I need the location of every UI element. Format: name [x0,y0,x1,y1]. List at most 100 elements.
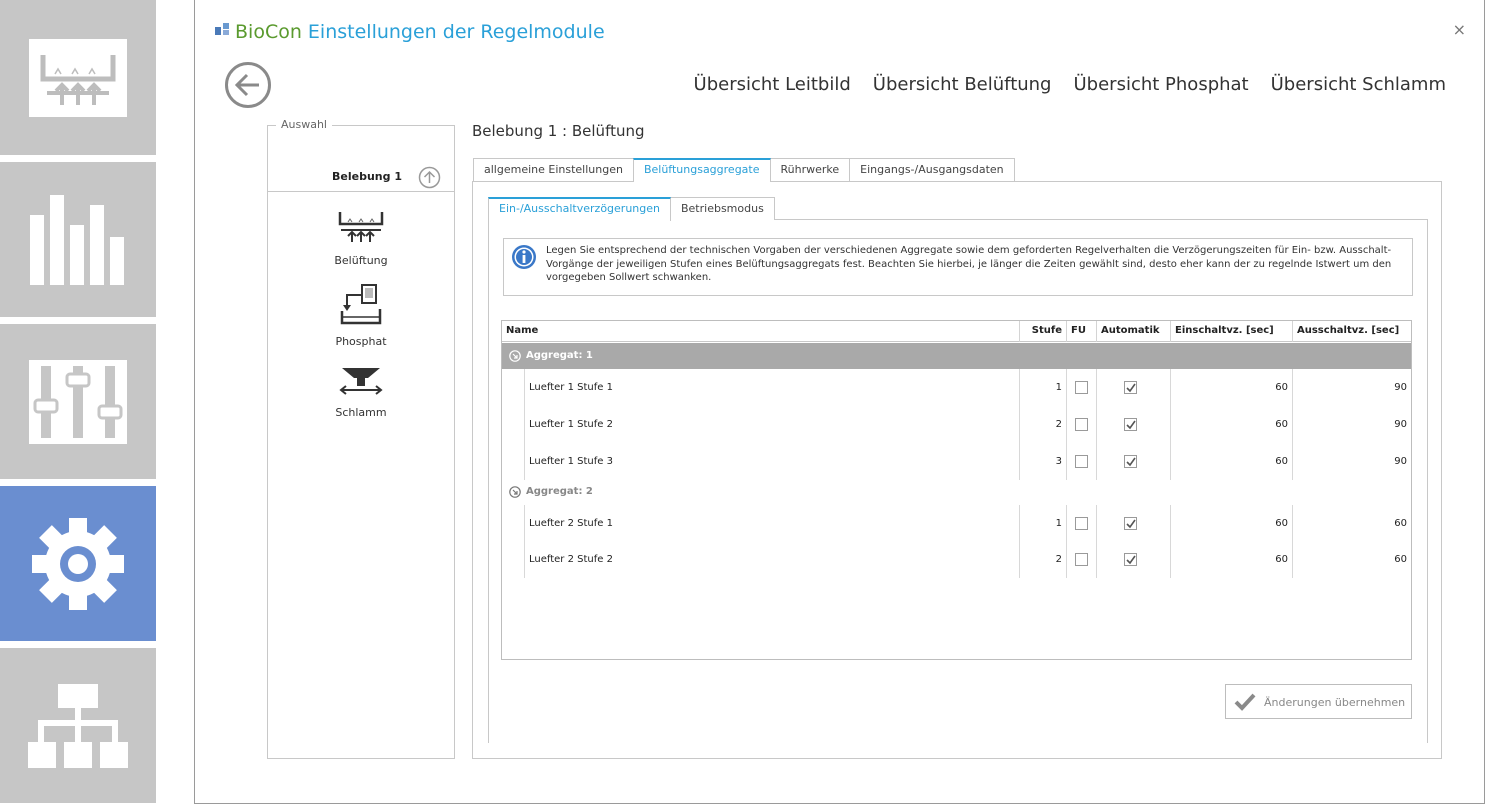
checkmark-icon [1126,519,1136,529]
selection-divider [268,191,454,192]
cell-ausschaltvz[interactable]: 60 [1293,541,1411,578]
cell-ausschaltvz[interactable]: 90 [1293,406,1411,443]
automatik-checkbox[interactable] [1124,553,1137,566]
cell-ausschaltvz[interactable]: 90 [1293,443,1411,480]
side-navigation [0,0,156,804]
cell-fu [1067,505,1097,542]
cell-name: Luefter 1 Stufe 1 [524,369,1020,406]
cell-einschaltvz[interactable]: 60 [1171,505,1293,542]
cell-fu [1067,443,1097,480]
selection-item-belueftung[interactable]: Belüftung [268,210,454,267]
selection-panel: Auswahl Belebung 1 Belüftung Phosphat Sc… [267,118,455,759]
cell-einschaltvz[interactable]: 60 [1171,541,1293,578]
cell-name: Luefter 2 Stufe 2 [524,541,1020,578]
info-text: Legen Sie entsprechend der technischen V… [546,245,1392,283]
tab-allgemeine-einstellungen[interactable]: allgemeine Einstellungen [473,158,634,181]
fu-checkbox[interactable] [1075,418,1088,431]
rail-item-settings[interactable] [0,486,156,641]
group-label: Aggregat: 1 [526,350,593,361]
close-button[interactable]: × [1453,20,1466,39]
tab-betriebsmodus[interactable]: Betriebsmodus [669,197,775,220]
checkmark-icon [1126,457,1136,467]
tab-ruehrwerke[interactable]: Rührwerke [769,158,851,181]
fu-checkbox[interactable] [1075,381,1088,394]
tab-eingangs-ausgangsdaten[interactable]: Eingangs-/Ausgangsdaten [849,158,1015,181]
cell-ausschaltvz[interactable]: 60 [1293,505,1411,542]
main-tabs: allgemeine Einstellungen Belüftungsaggre… [473,158,1015,182]
cell-einschaltvz[interactable]: 60 [1171,406,1293,443]
tab-belueftungsaggregate[interactable]: Belüftungsaggregate [632,158,771,182]
table-row[interactable]: Luefter 2 Stufe 1 1 60 60 [502,505,1411,542]
selection-item-label: Phosphat [335,335,387,348]
top-navigation: Übersicht Leitbild Übersicht Belüftung Ü… [694,74,1446,95]
fu-checkbox[interactable] [1075,553,1088,566]
nav-overview-leitbild[interactable]: Übersicht Leitbild [694,74,851,95]
column-header-name[interactable]: Name [502,321,1020,342]
cell-name: Luefter 2 Stufe 1 [524,505,1020,542]
back-arrow-icon[interactable] [224,61,272,109]
cell-name: Luefter 1 Stufe 2 [524,406,1020,443]
info-icon [512,245,536,269]
fu-checkbox[interactable] [1075,517,1088,530]
checkmark-icon [1126,383,1136,393]
collapse-icon[interactable] [509,350,521,362]
automatik-checkbox[interactable] [1124,381,1137,394]
title-text: Einstellungen der Regelmodule [307,21,605,43]
group-row-aggregat-1[interactable]: Aggregat: 1 [502,343,1411,369]
cell-ausschaltvz[interactable]: 90 [1293,369,1411,406]
window-title: BioCon Einstellungen der Regelmodule [215,21,605,43]
cell-automatik [1097,505,1171,542]
nav-overview-schlamm[interactable]: Übersicht Schlamm [1271,74,1446,95]
checkmark-icon [1126,555,1136,565]
cell-stufe: 3 [1020,443,1067,480]
rail-item-controls[interactable] [0,324,156,479]
column-header-einschaltvz[interactable]: Einschaltvz. [sec] [1171,321,1293,342]
group-row-aggregat-2[interactable]: Aggregat: 2 [502,479,1411,505]
cell-stufe: 1 [1020,505,1067,542]
nav-overview-belueftung[interactable]: Übersicht Belüftung [873,74,1052,95]
collapse-icon[interactable] [509,486,521,498]
cell-einschaltvz[interactable]: 60 [1171,369,1293,406]
rail-item-statistics[interactable] [0,162,156,317]
table-row[interactable]: Luefter 1 Stufe 2 2 60 90 [502,406,1411,443]
aeration-basin-icon [29,38,127,117]
table-row[interactable]: Luefter 2 Stufe 2 2 60 60 [502,541,1411,578]
column-header-ausschaltvz[interactable]: Ausschaltvz. [sec] [1293,321,1411,342]
automatik-checkbox[interactable] [1124,517,1137,530]
sliders-icon [29,359,127,444]
selection-item-label: Belüftung [334,254,388,267]
cell-stufe: 2 [1020,541,1067,578]
selection-item-phosphat[interactable]: Phosphat [268,283,454,348]
column-header-fu[interactable]: FU [1067,321,1097,342]
rail-item-aeration[interactable] [0,0,156,155]
selection-item-schlamm[interactable]: Schlamm [268,364,454,419]
cell-automatik [1097,369,1171,406]
aeration-icon [338,212,384,242]
fu-checkbox[interactable] [1075,455,1088,468]
info-box: Legen Sie entsprechend der technischen V… [503,238,1413,296]
table-row[interactable]: Luefter 1 Stufe 3 3 60 90 [502,443,1411,480]
sludge-icon [339,368,383,395]
automatik-checkbox[interactable] [1124,455,1137,468]
cell-fu [1067,541,1097,578]
cell-fu [1067,369,1097,406]
selection-legend: Auswahl [276,118,332,131]
table-row[interactable]: Luefter 1 Stufe 1 1 60 90 [502,369,1411,406]
cell-automatik [1097,541,1171,578]
apply-changes-button[interactable]: Änderungen übernehmen [1225,684,1412,719]
grid-header: Name Stufe FU Automatik Einschaltvz. [se… [502,321,1411,342]
up-arrow-icon[interactable] [418,166,441,189]
cell-automatik [1097,406,1171,443]
gear-icon [32,517,124,610]
cell-stufe: 2 [1020,406,1067,443]
automatik-checkbox[interactable] [1124,418,1137,431]
tab-ein-ausschaltverzoegerungen[interactable]: Ein-/Ausschaltverzögerungen [488,197,671,221]
hierarchy-icon [28,683,128,768]
cell-einschaltvz[interactable]: 60 [1171,443,1293,480]
cell-name: Luefter 1 Stufe 3 [524,443,1020,480]
column-header-automatik[interactable]: Automatik [1097,321,1171,342]
column-header-stufe[interactable]: Stufe [1020,321,1067,342]
nav-overview-phosphat[interactable]: Übersicht Phosphat [1074,74,1249,95]
rail-item-structure[interactable] [0,648,156,803]
selection-item-label: Schlamm [335,406,387,419]
